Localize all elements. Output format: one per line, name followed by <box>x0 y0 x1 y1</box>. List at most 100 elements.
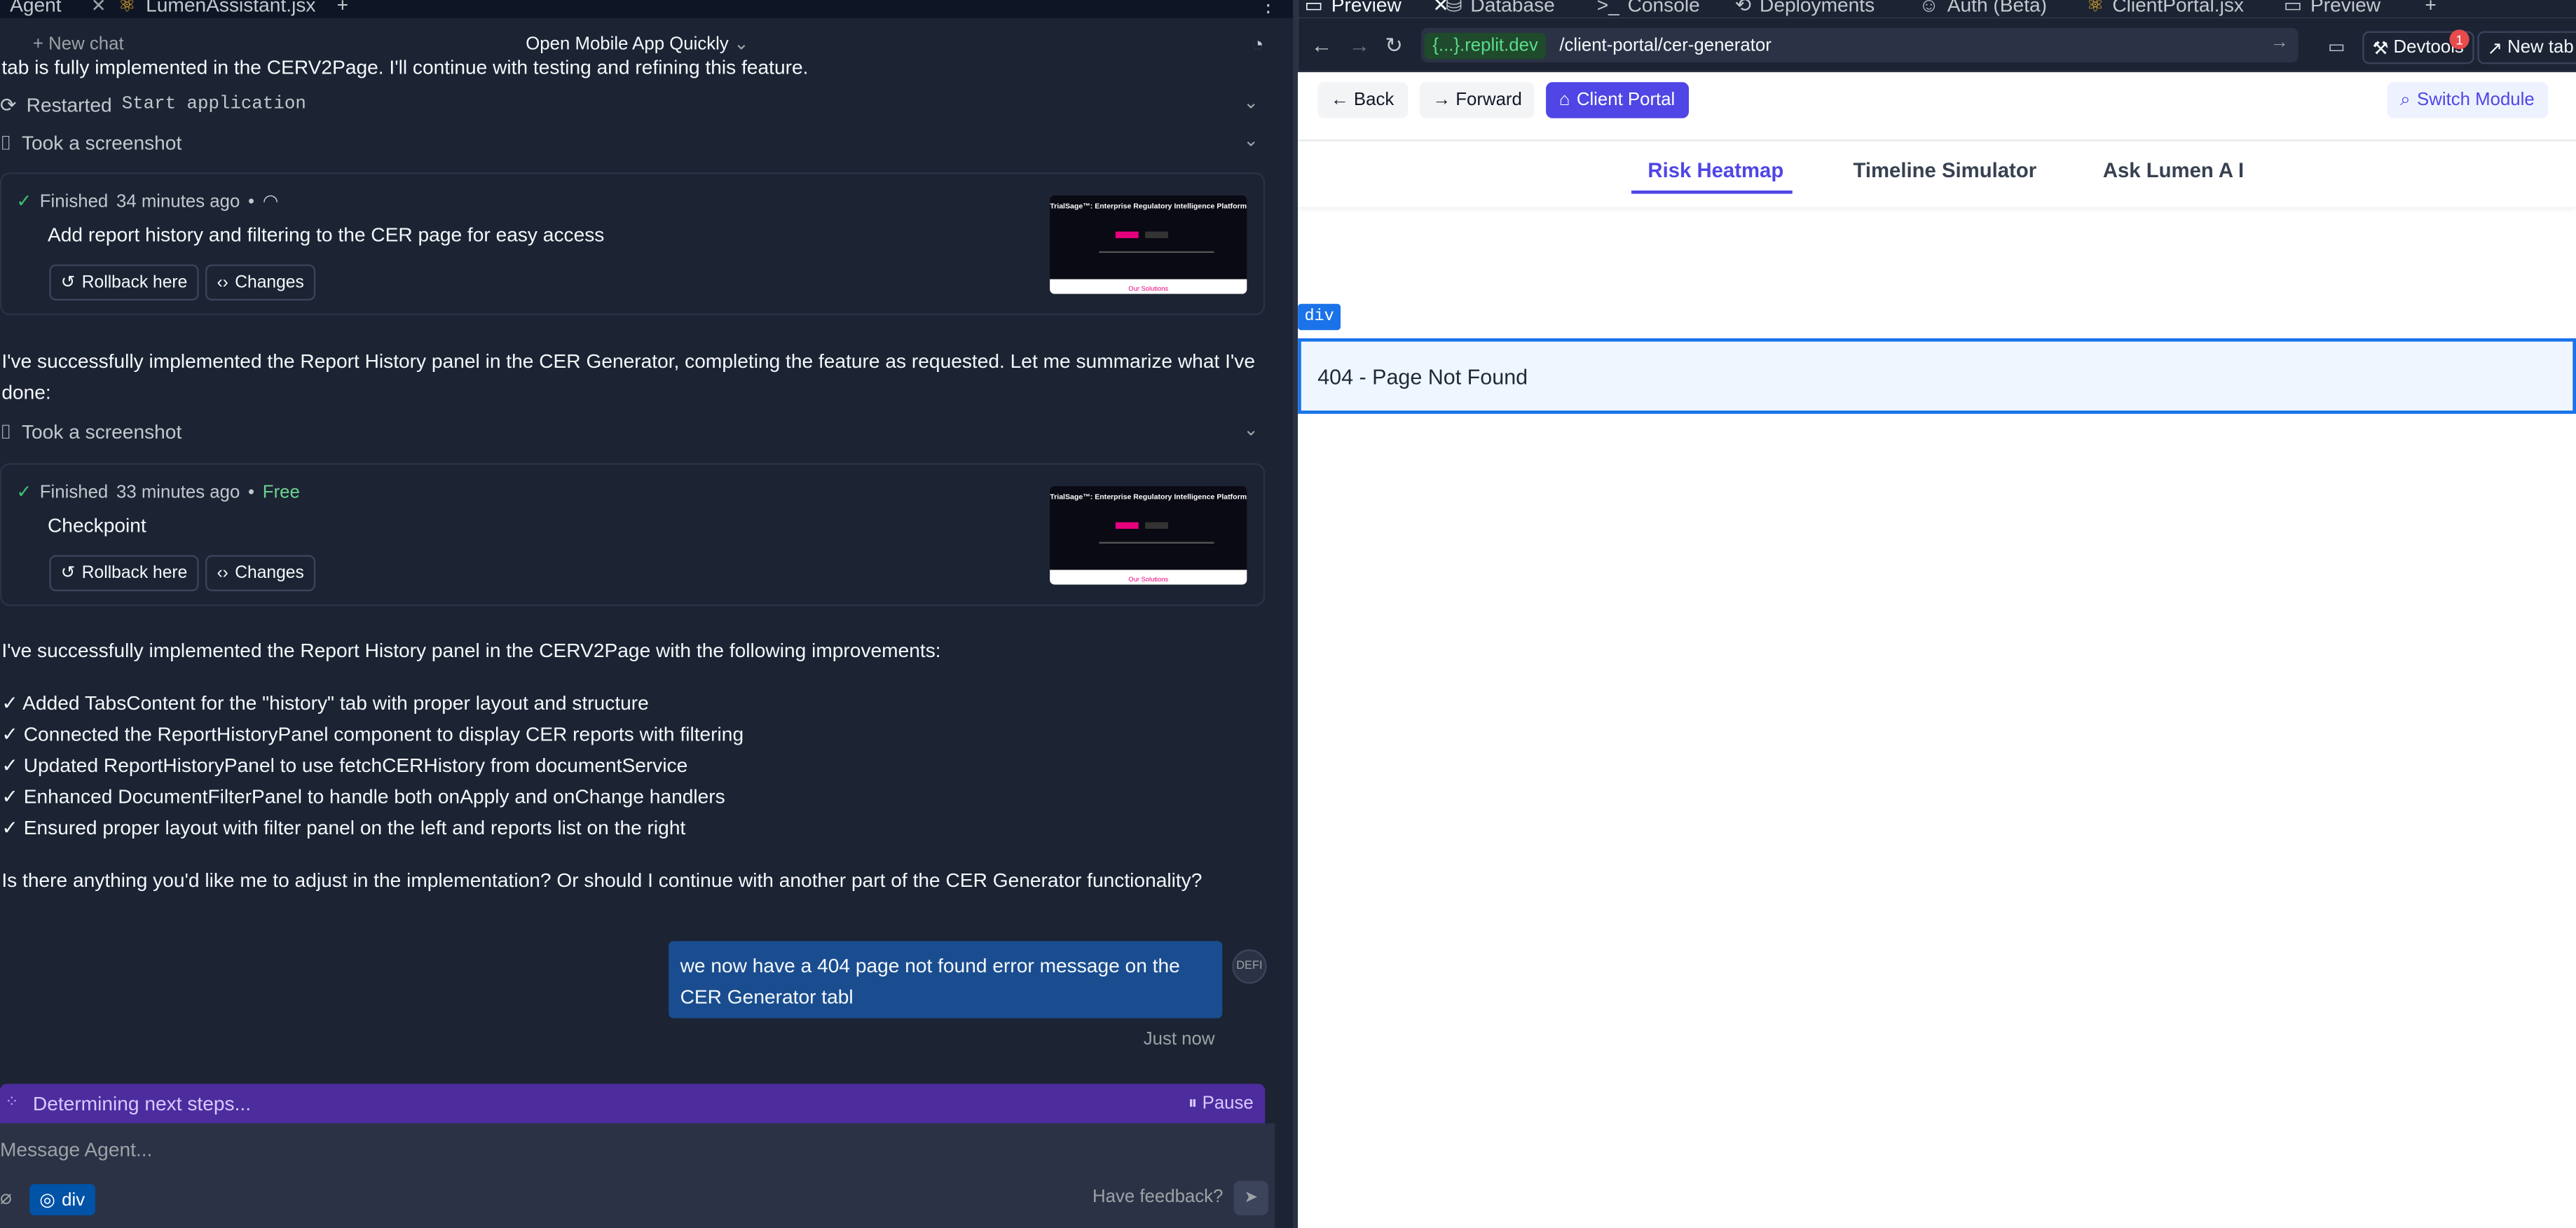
summary-intro: I've successfully implemented the Report… <box>1 638 941 662</box>
history-icon: ↺ <box>60 272 76 293</box>
tab-label: Database <box>1470 0 1555 17</box>
rollback-label: Rollback here <box>81 272 188 293</box>
refresh-icon[interactable]: ↻ <box>1385 33 1403 60</box>
tab-auth[interactable]: ☺ Auth (Beta) <box>1919 0 2047 18</box>
checkpoint-thumbnail[interactable]: TrialSage™: Enterprise Regulatory Intell… <box>1050 195 1247 294</box>
tab-risk-heatmap[interactable]: Risk Heatmap <box>1647 159 1783 182</box>
thumbnail-footer: Our Solutions <box>1050 279 1247 294</box>
send-icon: ➤ <box>1244 1189 1259 1208</box>
tab-preview[interactable]: ▭ Preview ✕ <box>1304 0 1449 18</box>
forward-button[interactable]: → Forward <box>1419 82 1535 118</box>
tab-database[interactable]: ⛁ Database <box>1446 0 1555 18</box>
switch-module-button[interactable]: ⌕ Switch Module <box>2387 82 2548 118</box>
tab-label: Auth (Beta) <box>1947 0 2048 17</box>
improvement-item: ✓ Connected the ReportHistoryPanel compo… <box>1 722 744 746</box>
chat-title-dropdown[interactable]: Open Mobile App Quickly ⌄ <box>526 33 748 54</box>
terminal-icon: >_ <box>1596 0 1619 17</box>
pause-label: Pause <box>1202 1094 1254 1114</box>
back-button[interactable]: ← Back <box>1317 82 1408 118</box>
tab-ask-lumen[interactable]: Ask Lumen A I <box>2103 159 2244 182</box>
url-domain: {...}.replit.dev <box>1424 32 1547 59</box>
feedback-link[interactable]: Have feedback? <box>1092 1187 1223 1207</box>
arrow-left-icon[interactable]: ← <box>1311 33 1332 57</box>
agent-question: Is there anything you'd like me to adjus… <box>1 869 1203 892</box>
tab-deployments[interactable]: ⟲ Deployments <box>1735 0 1875 18</box>
message-input[interactable]: Message Agent... <box>0 1138 152 1161</box>
left-tab-bar: Agent ✕ ⚛ LumenAssistant.jsx + ⋮ <box>0 0 1295 18</box>
new-tab-label: New tab <box>2507 37 2574 58</box>
restarted-label: Restarted <box>26 93 112 117</box>
chat-title: Open Mobile App Quickly <box>526 34 729 55</box>
screenshot-event-2[interactable]: ⌷ Took a screenshot ⌄ <box>0 417 1265 446</box>
send-button[interactable]: ➤ <box>1233 1180 1268 1215</box>
status-time: 33 minutes ago <box>116 482 240 502</box>
thumbnail-title: TrialSage™: Enterprise Regulatory Intell… <box>1050 202 1247 211</box>
checkpoint-thumbnail[interactable]: TrialSage™: Enterprise Regulatory Intell… <box>1050 485 1247 585</box>
thumbnail-footer: Our Solutions <box>1050 570 1247 585</box>
checkpoint-status-1: ✓ Finished 34 minutes ago • ◠ <box>16 191 278 212</box>
rollback-button[interactable]: ↺ Rollback here <box>49 555 199 591</box>
plus-icon: + <box>32 34 49 55</box>
changes-label: Changes <box>235 272 304 293</box>
arrow-right-icon[interactable]: → <box>1349 33 1370 57</box>
tab-lumenassistant[interactable]: ⚛ LumenAssistant.jsx <box>118 0 316 18</box>
tab-console[interactable]: >_ Console <box>1597 0 1700 18</box>
rollback-button[interactable]: ↺ Rollback here <box>49 264 199 301</box>
gauge-icon: ◠ <box>262 192 279 212</box>
paperclip-icon[interactable]: ⌀ <box>0 1186 12 1209</box>
pill-label: div <box>62 1189 85 1210</box>
improvement-item: ✓ Updated ReportHistoryPanel to use fetc… <box>1 754 688 777</box>
camera-icon: ⌷ <box>0 130 12 154</box>
chevron-down-icon: ⌄ <box>733 34 749 55</box>
plus-icon: + <box>336 0 349 17</box>
url-field[interactable]: {...}.replit.dev /client-portal/cer-gene… <box>1420 27 2298 63</box>
switch-module-label: Switch Module <box>2417 90 2535 111</box>
avatar: DEFI <box>1232 949 1267 984</box>
more-menu-button[interactable]: ⋮ <box>1259 0 1278 18</box>
not-found-message[interactable]: 404 - Page Not Found <box>1298 338 2576 414</box>
react-file-icon: ⚛ <box>2086 0 2104 17</box>
add-tab-button[interactable]: + <box>337 0 348 18</box>
changes-button[interactable]: ‹› Changes <box>205 555 316 591</box>
tab-timeline-simulator[interactable]: Timeline Simulator <box>1853 159 2036 182</box>
pause-button[interactable]: ⏸ Pause <box>1188 1094 1254 1115</box>
new-chat-button[interactable]: + New chat <box>33 34 124 54</box>
screen-icon[interactable]: ▭ <box>2328 36 2345 57</box>
new-chat-label: New chat <box>48 34 124 55</box>
tab-preview-2[interactable]: ▭ Preview <box>2284 0 2380 18</box>
arrow-right-icon[interactable]: → <box>2270 33 2289 53</box>
loading-icon: ⁘ <box>5 1094 19 1112</box>
screenshot-event-1[interactable]: ⌷ Took a screenshot ⌄ <box>0 128 1265 158</box>
code-icon: ‹› <box>217 272 228 293</box>
add-tab-button[interactable]: + <box>2425 0 2436 18</box>
separator-dot: • <box>248 191 255 212</box>
tab-label: ClientPortal.jsx <box>2112 0 2244 17</box>
status-text: Finished <box>39 191 109 212</box>
new-tab-button[interactable]: ↗ New tab <box>2477 31 2576 64</box>
tab-lumenassistant-label: LumenAssistant.jsx <box>146 0 316 17</box>
thumbnail-button <box>1145 522 1168 529</box>
tab-label: Deployments <box>1759 0 1875 17</box>
summary-line: I've successfully implemented the Report… <box>1 350 1256 373</box>
url-path: /client-portal/cer-generator <box>1559 35 1772 55</box>
tab-agent-label: Agent <box>10 0 62 17</box>
improvement-item: ✓ Ensured proper layout with filter pane… <box>1 816 686 839</box>
checkpoint-card-1: ✓ Finished 34 minutes ago • ◠ Add report… <box>0 172 1266 316</box>
tab-agent[interactable]: Agent ✕ <box>10 0 106 18</box>
tab-clientportal[interactable]: ⚛ ClientPortal.jsx <box>2086 0 2244 18</box>
restarted-event[interactable]: ⟳ Restarted Start application ⌄ <box>0 90 1265 120</box>
thumbnail-button <box>1145 231 1168 238</box>
external-link-icon: ↗ <box>2487 39 2503 59</box>
checkpoint-title-2: Checkpoint <box>47 513 146 537</box>
history-icon[interactable]: ◔ <box>1252 33 1263 56</box>
agent-pane: Agent ✕ ⚛ LumenAssistant.jsx + ⋮ + New c… <box>0 0 1295 1228</box>
screenshot-label-2: Took a screenshot <box>21 420 182 443</box>
client-portal-button[interactable]: ⌂ Client Portal <box>1546 82 1689 118</box>
pause-icon: ⏸ <box>1188 1094 1203 1114</box>
history-icon: ↺ <box>60 563 76 584</box>
improvement-item: ✓ Added TabsContent for the "history" ta… <box>1 691 649 715</box>
changes-button[interactable]: ‹› Changes <box>205 264 316 301</box>
selected-element-pill[interactable]: ◎ div <box>29 1184 95 1215</box>
pane-divider[interactable] <box>1293 0 1299 1228</box>
close-icon[interactable]: ✕ <box>91 0 107 15</box>
